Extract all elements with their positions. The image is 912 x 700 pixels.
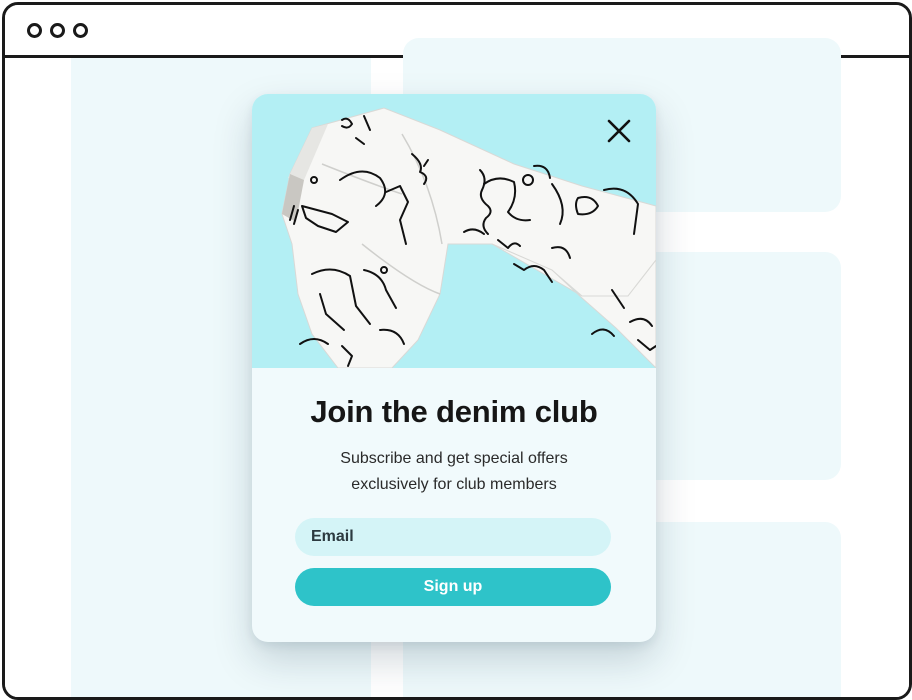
popup-subtitle-line: Subscribe and get special offers	[340, 450, 568, 467]
sign-up-button[interactable]: Sign up	[295, 568, 611, 606]
popup-subtitle: Subscribe and get special offers exclusi…	[292, 446, 616, 498]
close-button[interactable]	[604, 116, 634, 146]
popup-subtitle-line: exclusively for club members	[351, 476, 557, 493]
popup-title: Join the denim club	[310, 394, 598, 429]
window-dot-icon[interactable]	[50, 23, 65, 38]
email-input[interactable]	[295, 518, 611, 556]
close-icon[interactable]	[604, 116, 634, 146]
denim-jeans-image	[281, 107, 656, 368]
window-dot-icon[interactable]	[27, 23, 42, 38]
hero-image	[252, 94, 656, 368]
newsletter-popup: Join the denim club Subscribe and get sp…	[252, 94, 656, 642]
window-dot-icon[interactable]	[73, 23, 88, 38]
